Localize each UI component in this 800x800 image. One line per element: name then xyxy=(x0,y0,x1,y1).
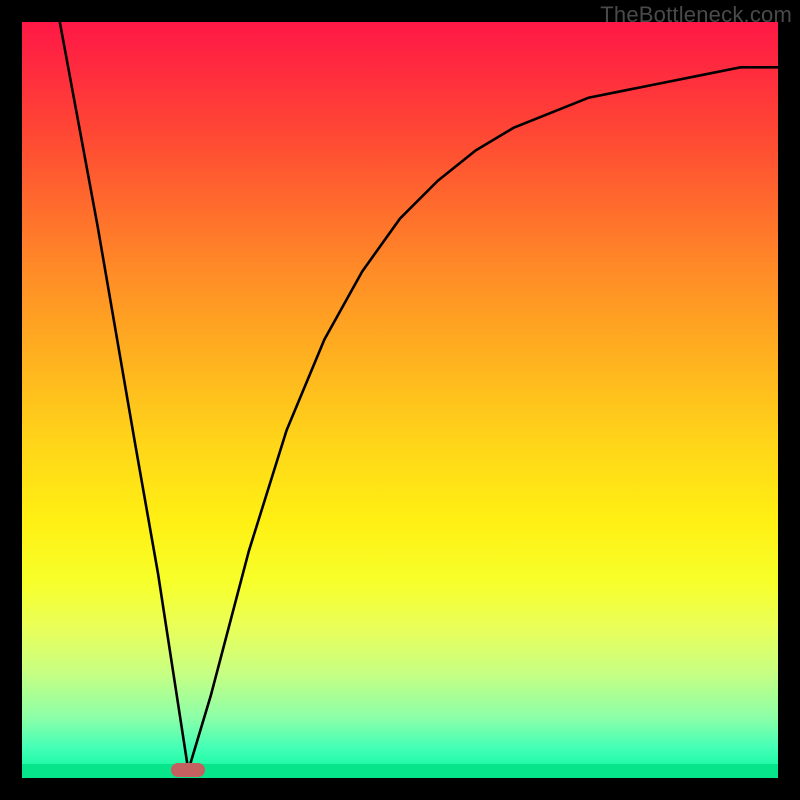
plot-area xyxy=(22,22,778,778)
bottleneck-marker xyxy=(171,763,205,777)
chart-frame: TheBottleneck.com xyxy=(0,0,800,800)
bottleneck-curve xyxy=(22,22,778,778)
watermark-text: TheBottleneck.com xyxy=(600,2,792,28)
